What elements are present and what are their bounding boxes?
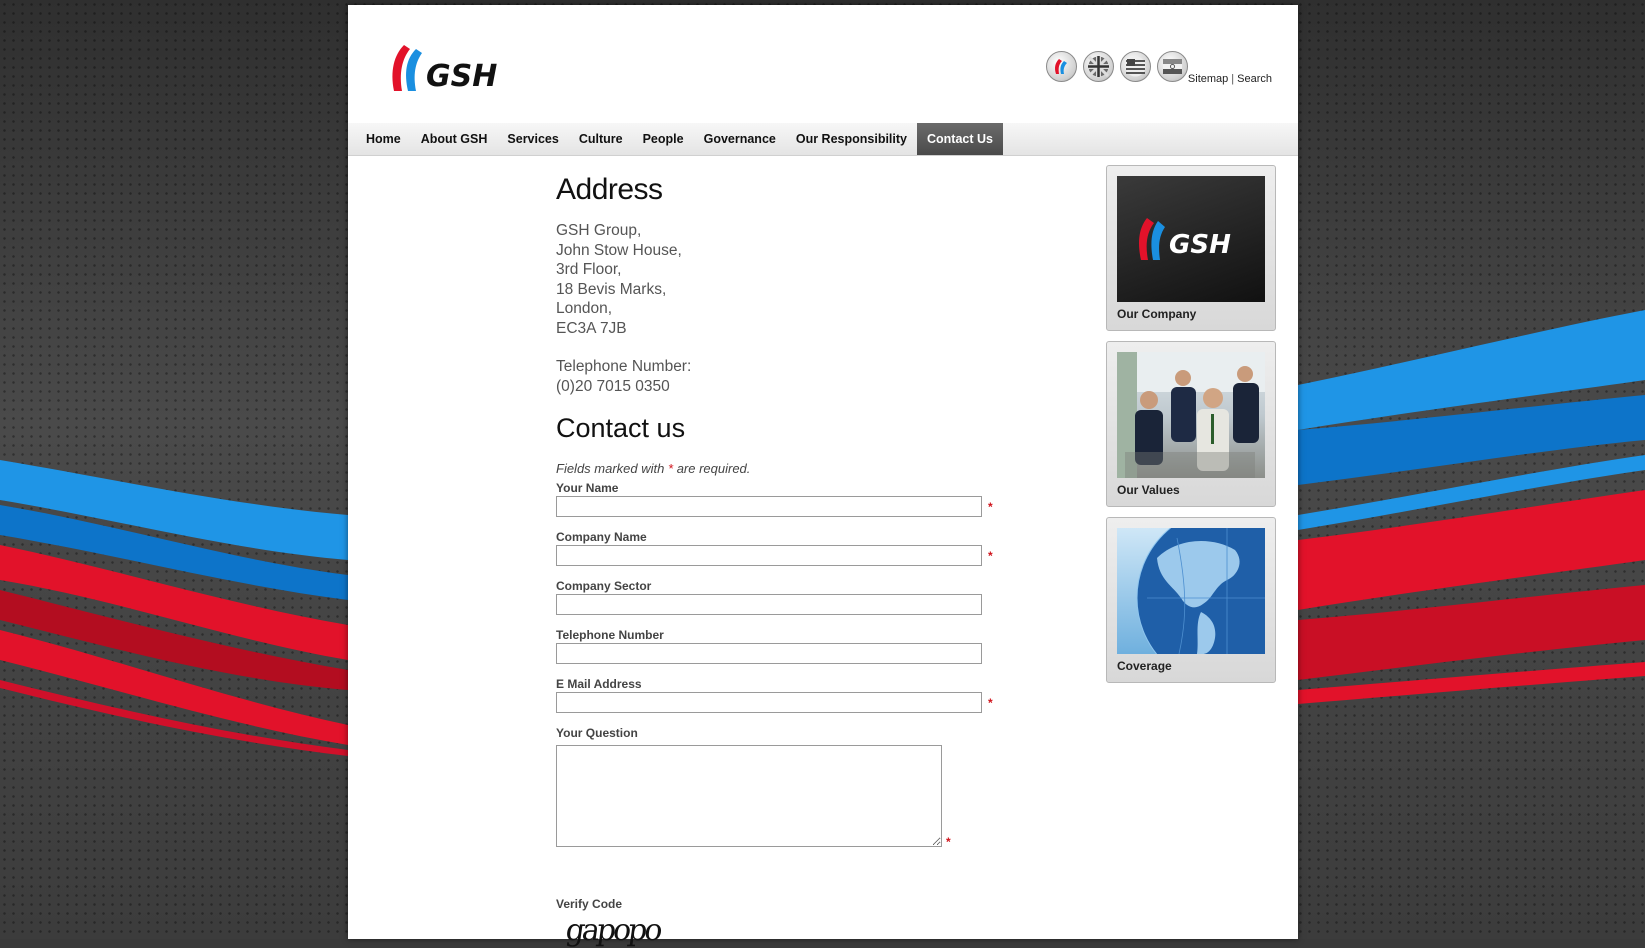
nav-people[interactable]: People: [633, 123, 694, 155]
main-nav: Home About GSH Services Culture People G…: [348, 123, 1298, 156]
page-container: GSH Sitemap | Search Home About GSH Serv…: [348, 5, 1298, 948]
address-line: GSH Group,: [556, 222, 642, 239]
address-line: 3rd Floor,: [556, 261, 622, 278]
globe-image: [1117, 528, 1265, 654]
required-marker: *: [988, 549, 993, 563]
address-line: London,: [556, 300, 613, 317]
sidebar: GSH Our Company Our Values Coverage: [1106, 165, 1276, 693]
nav-governance[interactable]: Governance: [694, 123, 786, 155]
sidebar-card-caption: Our Company: [1117, 307, 1197, 321]
sidebar-card-coverage[interactable]: Coverage: [1106, 517, 1276, 683]
telephone-number-label: Telephone Number: [556, 628, 664, 642]
india-flag-icon: [1163, 59, 1182, 74]
captcha-image: gapopo: [563, 913, 663, 948]
gsh-logo-image: GSH: [1117, 176, 1265, 302]
gsh-flag-icon: [1055, 59, 1067, 74]
phone-number: (0)20 7015 0350: [556, 377, 670, 395]
address-line: 18 Bevis Marks,: [556, 280, 667, 298]
company-sector-input[interactable]: [556, 594, 982, 615]
search-link[interactable]: Search: [1237, 73, 1272, 85]
gsh-logo[interactable]: GSH: [386, 41, 516, 101]
address-section: Address GSH Group, John Stow House, 3rd …: [556, 165, 1016, 396]
sidebar-card-our-values[interactable]: Our Values: [1106, 341, 1276, 507]
nav-culture[interactable]: Culture: [569, 123, 633, 155]
address-title: Address: [556, 173, 663, 206]
top-links: Sitemap | Search: [1188, 73, 1272, 85]
company-sector-label: Company Sector: [556, 579, 652, 593]
nav-services[interactable]: Services: [497, 123, 568, 155]
uk-flag-button[interactable]: [1083, 51, 1114, 82]
sidebar-card-caption: Our Values: [1117, 483, 1180, 497]
company-name-label: Company Name: [556, 530, 647, 544]
required-marker: *: [988, 500, 993, 514]
required-note: Fields marked with * are required.: [556, 461, 751, 476]
nav-about-gsh[interactable]: About GSH: [411, 123, 498, 155]
uk-flag-icon: [1088, 56, 1109, 77]
your-name-input[interactable]: [556, 496, 982, 517]
nav-contact-us[interactable]: Contact Us: [917, 123, 1003, 155]
svg-text:GSH: GSH: [426, 59, 497, 94]
us-flag-icon: [1125, 56, 1146, 77]
sitemap-link[interactable]: Sitemap: [1188, 73, 1228, 85]
us-flag-button[interactable]: [1120, 51, 1151, 82]
nav-home[interactable]: Home: [356, 123, 411, 155]
sidebar-card-our-company[interactable]: GSH Our Company: [1106, 165, 1276, 331]
telephone-number-input[interactable]: [556, 643, 982, 664]
address-line: John Stow House,: [556, 241, 682, 259]
phone-label: Telephone Number:: [556, 358, 692, 375]
india-flag-button[interactable]: [1157, 51, 1188, 82]
team-photo-image: [1117, 352, 1265, 478]
language-flags: [1046, 51, 1188, 82]
gsh-logo-icon: GSH: [392, 45, 497, 94]
required-marker: *: [946, 835, 951, 849]
svg-text:GSH: GSH: [1169, 230, 1231, 260]
your-name-label: Your Name: [556, 481, 619, 495]
address-line: EC3A 7JB: [556, 319, 627, 337]
sidebar-card-caption: Coverage: [1117, 659, 1172, 673]
company-name-input[interactable]: [556, 545, 982, 566]
your-question-label: Your Question: [556, 726, 638, 740]
email-address-label: E Mail Address: [556, 677, 642, 691]
address-block: GSH Group, John Stow House, 3rd Floor, 1…: [556, 221, 1016, 396]
verify-code-label: Verify Code: [556, 897, 623, 911]
your-question-textarea[interactable]: [556, 745, 942, 847]
gsh-flag-button[interactable]: [1046, 51, 1077, 82]
nav-our-responsibility[interactable]: Our Responsibility: [786, 123, 917, 155]
required-marker: *: [988, 696, 993, 710]
email-address-input[interactable]: [556, 692, 982, 713]
top-links-separator: |: [1231, 73, 1235, 85]
contact-title: Contact us: [556, 413, 686, 443]
